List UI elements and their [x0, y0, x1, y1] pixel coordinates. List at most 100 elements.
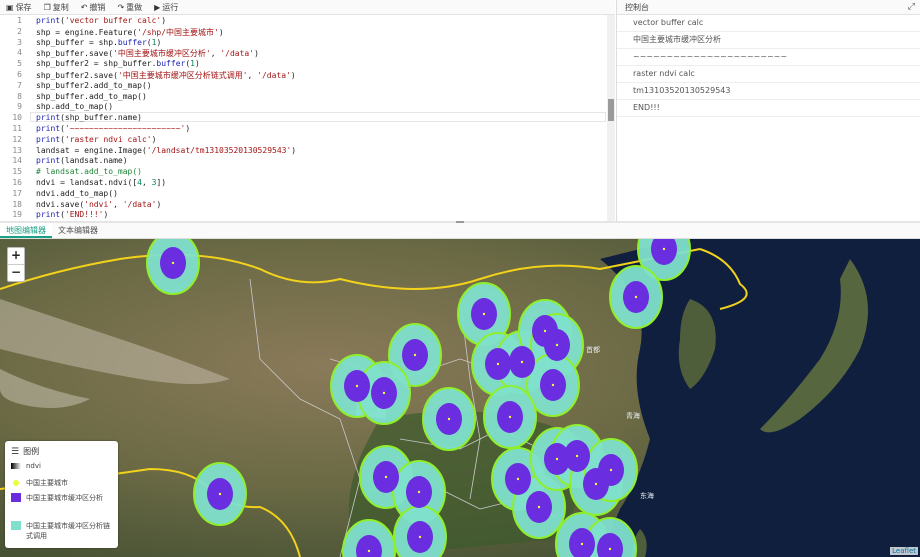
city-point[interactable] — [418, 535, 422, 539]
code-line[interactable]: shp = engine.Feature('/shp/中国主要城市') — [36, 27, 224, 38]
code-line[interactable]: print(landsat.name) — [36, 156, 128, 165]
code-line[interactable]: ndvi.save('ndvi', '/data') — [36, 200, 161, 209]
city-point[interactable] — [355, 384, 359, 388]
code-line[interactable]: print(shp_buffer.name) — [36, 113, 142, 122]
code-line[interactable]: ndvi = landsat.ndvi([4, 3]) — [36, 178, 166, 187]
code-line[interactable]: shp_buffer.save('中国主要城市缓冲区分析', '/data') — [36, 48, 259, 59]
city-point[interactable] — [520, 360, 524, 364]
line-number: 15 — [12, 167, 22, 177]
code-line[interactable]: shp_buffer2.add_to_map() — [36, 81, 152, 90]
legend-item: 中国主要城市缓冲区分析链式调用 — [11, 521, 110, 541]
undo-button[interactable]: ↶ 撤销 — [81, 2, 106, 13]
editor-scrollbar[interactable] — [607, 15, 615, 221]
city-point[interactable] — [537, 505, 541, 509]
legend-item: 中国主要城市 — [11, 478, 110, 488]
city-point[interactable] — [417, 490, 421, 494]
line-number: 4 — [17, 48, 22, 58]
save-button[interactable]: ▣ 保存 — [6, 2, 32, 13]
city-point[interactable] — [384, 475, 388, 479]
console-line: ~~~~~~~~~~~~~~~~~~~~~~~ — [617, 49, 920, 66]
code-line[interactable]: shp_buffer.add_to_map() — [36, 92, 147, 101]
bottom-tabs: 地图编辑器 文本编辑器 — [0, 223, 920, 239]
code-line[interactable]: # landsat.add_to_map() — [36, 167, 142, 176]
map-legend: ☰ 图例 ndvi 中国主要城市 中国主要城市缓冲区分析 中国主要城市缓冲区分析… — [5, 441, 118, 548]
menu-icon[interactable]: ☰ — [11, 447, 19, 457]
line-number: 2 — [17, 26, 22, 36]
line-number: 10 — [12, 113, 22, 123]
city-point[interactable] — [580, 542, 584, 546]
console-header: 控制台 ⤢ — [616, 0, 920, 15]
legend-title: 图例 — [23, 447, 40, 456]
zoom-in-button[interactable]: + — [8, 248, 24, 265]
code-line[interactable]: shp_buffer2.save('中国主要城市缓冲区分析链式调用', '/da… — [36, 70, 296, 81]
city-point[interactable] — [382, 391, 386, 395]
city-point[interactable] — [608, 547, 612, 551]
line-number: 18 — [12, 199, 22, 209]
line-number: 9 — [17, 102, 22, 112]
map-canvas — [0, 239, 920, 557]
map-label: 青海 — [626, 412, 640, 420]
city-point[interactable] — [609, 468, 613, 472]
tab-map-editor[interactable]: 地图编辑器 — [0, 223, 52, 238]
line-number: 14 — [12, 156, 22, 166]
code-line[interactable]: ndvi.add_to_map() — [36, 189, 118, 198]
run-button[interactable]: ▶ 运行 — [154, 2, 178, 13]
code-line[interactable]: print('vector buffer calc') — [36, 16, 166, 25]
polygon-swatch-icon — [11, 521, 21, 530]
code-line[interactable]: shp_buffer = shp.buffer(1) — [36, 38, 161, 47]
city-point[interactable] — [662, 247, 666, 251]
city-point[interactable] — [508, 415, 512, 419]
console-line: tm13103520130529543 — [617, 83, 920, 100]
city-point[interactable] — [171, 261, 175, 265]
console-panel: vector buffer calc 中国主要城市缓冲区分析 ~~~~~~~~~… — [616, 15, 920, 221]
tab-text-editor[interactable]: 文本编辑器 — [52, 223, 104, 238]
scrollbar-thumb[interactable] — [608, 99, 614, 121]
code-line[interactable]: print('raster ndvi calc') — [36, 135, 156, 144]
line-number: 3 — [17, 37, 22, 47]
line-number: 16 — [12, 178, 22, 187]
city-point[interactable] — [555, 343, 559, 347]
city-point[interactable] — [575, 454, 579, 458]
city-point[interactable] — [634, 295, 638, 299]
maximize-icon[interactable]: ⤢ — [908, 2, 915, 12]
copy-button[interactable]: ❐ 复制 — [44, 2, 69, 13]
console-line: END!!! — [617, 100, 920, 117]
city-point[interactable] — [367, 549, 371, 553]
line-number: 11 — [12, 124, 22, 133]
code-line[interactable]: landsat = engine.Image('/landsat/tm13103… — [36, 146, 296, 155]
copy-icon: ❐ — [43, 2, 51, 12]
city-point[interactable] — [555, 457, 559, 461]
code-line[interactable]: print('~~~~~~~~~~~~~~~~~~~~~~~') — [36, 124, 190, 133]
code-line[interactable]: shp.add_to_map() — [36, 102, 113, 111]
line-number: 19 — [12, 210, 22, 220]
city-point[interactable] — [496, 362, 500, 366]
city-point[interactable] — [516, 477, 520, 481]
code-line[interactable]: print('END!!!') — [36, 210, 108, 219]
line-number: 5 — [17, 59, 22, 69]
editor-toolbar: ▣ 保存 ❐ 复制 ↶ 撤销 ↷ 重做 ▶ 运行 — [0, 0, 615, 15]
polygon-swatch-icon — [11, 493, 21, 502]
console-line: vector buffer calc — [617, 15, 920, 32]
city-point[interactable] — [482, 312, 486, 316]
city-point[interactable] — [218, 492, 222, 496]
redo-icon: ↷ — [117, 2, 125, 12]
zoom-control: + − — [7, 247, 25, 282]
map-view[interactable]: 首都 青海 东海 + − ☰ 图例 ndvi 中国主要城市 中国主要城市缓冲区分… — [0, 239, 920, 557]
code-editor[interactable]: 1 2 3 4 5 6 7 8 9 10 11 12 13 14 15 16 17 18 19 print('vec… — [0, 15, 615, 221]
redo-button[interactable]: ↷ 重做 — [117, 2, 142, 13]
line-number: 12 — [12, 134, 22, 144]
city-point[interactable] — [551, 383, 555, 387]
code-line[interactable]: shp_buffer2 = shp_buffer.buffer(1) — [36, 59, 200, 68]
attribution-link[interactable]: Leaflet — [890, 547, 918, 555]
line-number: 13 — [12, 145, 22, 155]
line-number: 1 — [17, 16, 22, 25]
undo-icon: ↶ — [80, 2, 88, 12]
legend-header: ☰ 图例 — [11, 446, 39, 457]
city-point[interactable] — [413, 353, 417, 357]
city-point[interactable] — [543, 329, 547, 333]
zoom-out-button[interactable]: − — [8, 265, 24, 281]
map-label: 东海 — [640, 492, 654, 500]
city-point[interactable] — [447, 417, 451, 421]
city-point[interactable] — [594, 482, 598, 486]
line-number-gutter: 1 2 3 4 5 6 7 8 9 10 11 12 13 14 15 16 17 18 19 — [0, 15, 28, 221]
